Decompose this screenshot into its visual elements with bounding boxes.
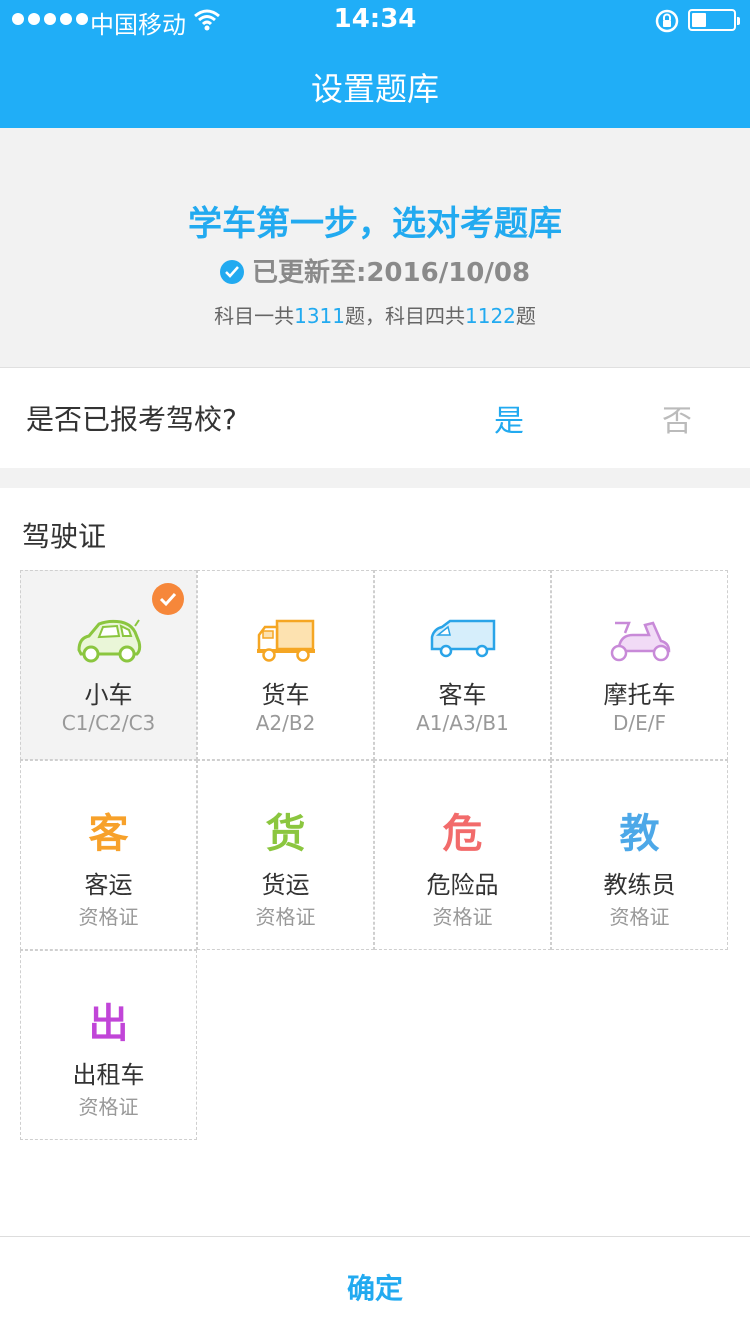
license-item-passenger-transport[interactable]: 客 客运 资格证 <box>20 760 197 950</box>
license-code: 资格证 <box>432 905 493 929</box>
question-bank-banner: 学车第一步，选对考题库 已更新至:2016/10/08 科目一共1311题，科目… <box>0 128 750 368</box>
license-item-hazardous[interactable]: 危 危险品 资格证 <box>374 760 551 950</box>
license-name: 小车 <box>84 681 133 709</box>
banner-title: 学车第一步，选对考题库 <box>188 204 562 244</box>
yes-option[interactable]: 是 <box>494 396 524 440</box>
hazard-glyph-icon: 危 <box>442 811 483 857</box>
license-item-bus[interactable]: 客车 A1/A3/B1 <box>374 570 551 760</box>
confirm-button[interactable]: 确定 <box>0 1267 750 1307</box>
section-title: 驾驶证 <box>22 520 107 553</box>
license-name: 摩托车 <box>603 681 676 709</box>
license-name: 出租车 <box>72 1061 145 1089</box>
car-icon <box>76 619 141 663</box>
license-code: 资格证 <box>609 905 670 929</box>
truck-icon <box>256 619 315 662</box>
question-text: 是否已报考驾校? <box>26 403 237 436</box>
passenger-glyph-icon: 客 <box>88 811 129 857</box>
license-code: A1/A3/B1 <box>416 711 509 735</box>
selected-check-icon <box>152 583 184 615</box>
rotation-lock-icon <box>655 9 679 33</box>
license-code: D/E/F <box>612 711 667 735</box>
license-item-freight-transport[interactable]: 货 货运 资格证 <box>197 760 374 950</box>
license-code: 资格证 <box>78 905 139 929</box>
question-count: 科目一共1311题，科目四共1122题 <box>214 304 536 328</box>
license-name: 教练员 <box>603 871 676 899</box>
license-item-car[interactable]: 小车 C1/C2/C3 <box>20 570 197 760</box>
license-item-truck[interactable]: 货车 A2/B2 <box>197 570 374 760</box>
header-bar: 中国移动 14:34 设置题库 <box>0 0 750 128</box>
check-icon <box>219 260 244 284</box>
freight-glyph-icon: 货 <box>265 811 306 857</box>
license-code: 资格证 <box>255 905 316 929</box>
license-item-taxi[interactable]: 出 出租车 资格证 <box>20 950 197 1140</box>
license-name: 客运 <box>84 871 133 899</box>
page-title: 设置题库 <box>310 70 439 108</box>
license-code: C1/C2/C3 <box>61 711 156 735</box>
taxi-glyph-icon: 出 <box>88 1001 129 1047</box>
license-name: 客车 <box>438 681 487 709</box>
license-name: 危险品 <box>426 871 499 899</box>
clock: 14:34 <box>333 4 417 34</box>
bottom-bar: 确定 <box>0 1236 750 1334</box>
bus-icon <box>430 619 495 658</box>
license-name: 货车 <box>261 681 310 709</box>
battery-icon <box>688 9 740 31</box>
update-status: 已更新至:2016/10/08 <box>0 252 750 289</box>
license-item-motorcycle[interactable]: 摩托车 D/E/F <box>551 570 728 760</box>
section-divider <box>0 468 750 488</box>
no-option[interactable]: 否 <box>662 396 692 440</box>
update-date: 已更新至:2016/10/08 <box>251 258 531 288</box>
license-name: 货运 <box>261 871 310 899</box>
license-code: 资格证 <box>78 1095 139 1119</box>
license-code: A2/B2 <box>255 711 316 735</box>
license-item-instructor[interactable]: 教 教练员 资格证 <box>551 760 728 950</box>
instructor-glyph-icon: 教 <box>619 811 660 857</box>
driving-school-question-row: 是否已报考驾校? 是 否 <box>0 368 750 468</box>
status-bar: 中国移动 14:34 <box>0 0 750 40</box>
scooter-icon <box>610 621 670 662</box>
